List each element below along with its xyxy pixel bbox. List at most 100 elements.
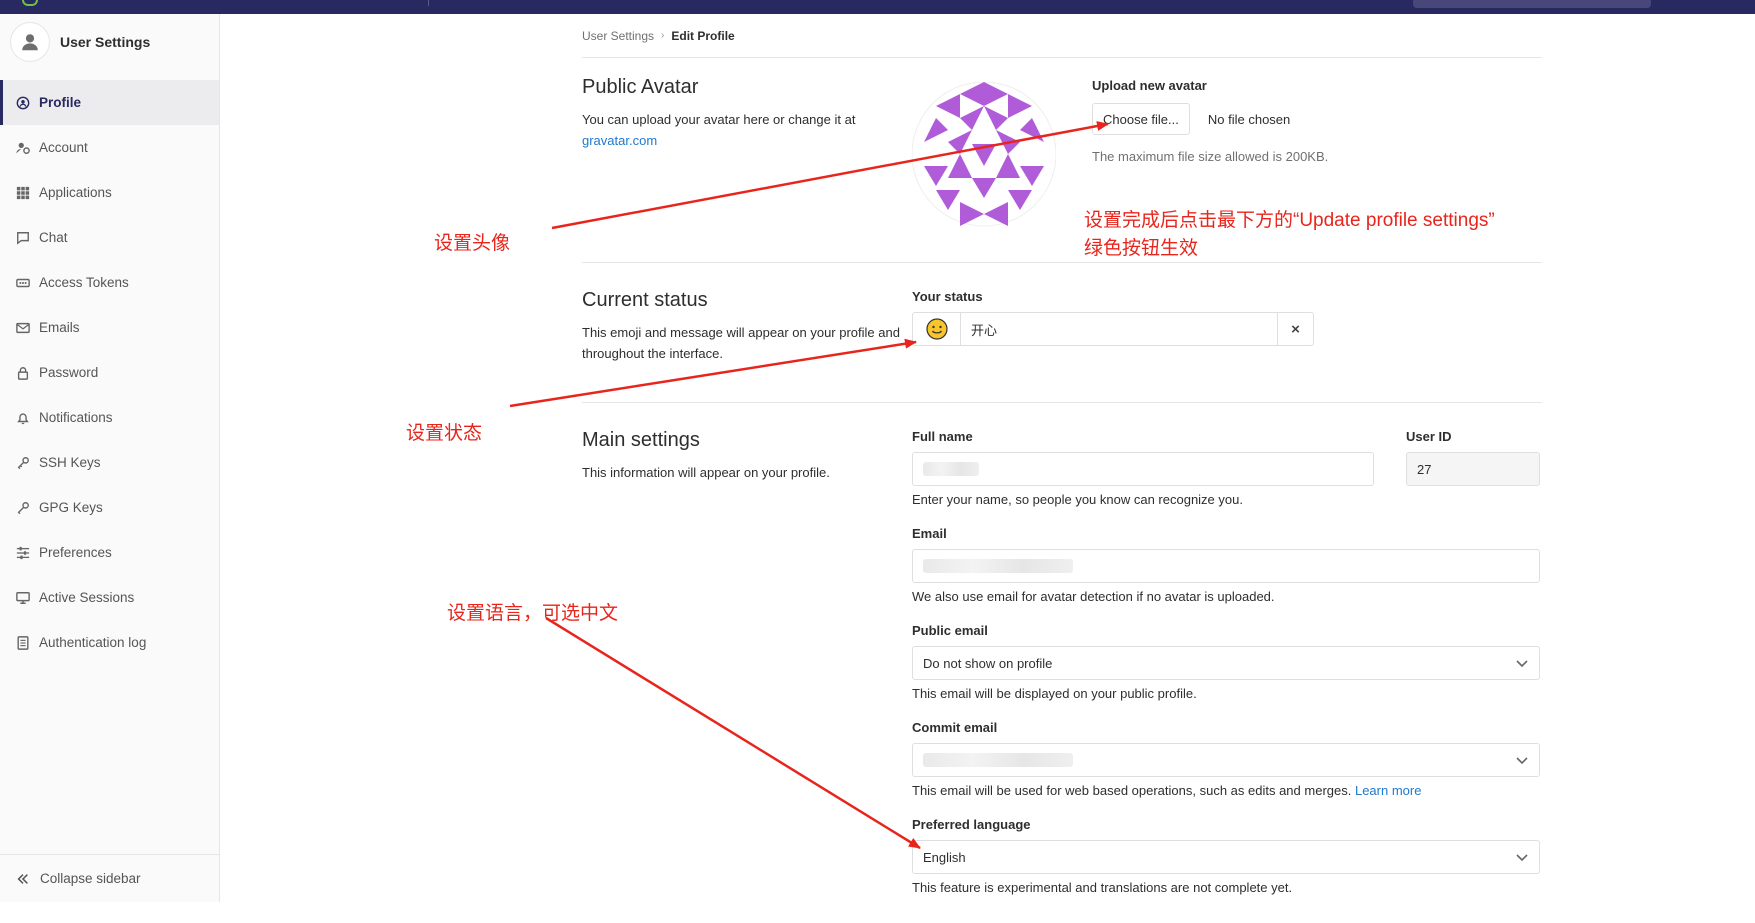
user-id-label: User ID [1406, 429, 1452, 444]
monitor-icon [16, 591, 30, 605]
status-input-group: 开心 × [912, 312, 1314, 346]
full-name-help: Enter your name, so people you know can … [912, 492, 1243, 507]
breadcrumb: User Settings › Edit Profile [582, 14, 1542, 58]
lock-icon [16, 366, 30, 380]
email-input[interactable] [912, 549, 1540, 583]
sidebar-item-label: Preferences [39, 545, 112, 560]
user-id-field: User ID 27 [1406, 429, 1540, 486]
chevron-right-icon: › [661, 30, 665, 41]
email-icon [16, 321, 30, 335]
sidebar-item-label: Active Sessions [39, 590, 135, 605]
breadcrumb-current: Edit Profile [671, 28, 735, 43]
search-input[interactable] [1413, 0, 1651, 8]
navbar-divider [428, 0, 429, 6]
sidebar-item-applications[interactable]: Applications [0, 170, 219, 215]
sidebar-item-active-sessions[interactable]: Active Sessions [0, 575, 219, 620]
logo-icon[interactable] [22, 0, 38, 6]
settings-sidebar: User Settings Profile Account Applicatio… [0, 14, 220, 902]
sidebar-item-access-tokens[interactable]: Access Tokens [0, 260, 219, 305]
full-name-input[interactable] [912, 452, 1374, 486]
chevron-down-icon [1516, 757, 1528, 765]
your-status-label: Your status [912, 289, 983, 304]
sidebar-item-gpg-keys[interactable]: GPG Keys [0, 485, 219, 530]
section-title: Main settings [582, 429, 700, 451]
annotation-status: 设置状态 [406, 423, 483, 444]
sidebar-item-profile[interactable]: Profile [0, 80, 219, 125]
sidebar-item-label: Access Tokens [39, 275, 129, 290]
public-email-help: This email will be displayed on your pub… [912, 686, 1197, 701]
section-description: This emoji and message will appear on yo… [582, 325, 900, 361]
commit-email-label: Commit email [912, 720, 998, 735]
user-id-input[interactable]: 27 [1406, 452, 1540, 486]
sidebar-item-chat[interactable]: Chat [0, 215, 219, 260]
commit-email-select[interactable] [912, 743, 1540, 777]
annotation-language: 设置语言，可选中文 [447, 603, 619, 624]
preferences-icon [16, 546, 30, 560]
preferred-language-select[interactable]: English [912, 840, 1540, 874]
sidebar-item-ssh-keys[interactable]: SSH Keys [0, 440, 219, 485]
sidebar-item-notifications[interactable]: Notifications [0, 395, 219, 440]
sidebar-item-label: Authentication log [39, 635, 147, 650]
chevron-down-icon [1516, 854, 1528, 862]
public-email-label: Public email [912, 623, 988, 638]
annotation-note: 设置完成后点击最下方的“Update profile settings” 绿色按… [1084, 207, 1495, 263]
email-label: Email [912, 526, 947, 541]
applications-icon [16, 186, 30, 200]
breadcrumb-parent[interactable]: User Settings [582, 29, 654, 43]
max-file-size-help: The maximum file size allowed is 200KB. [1092, 149, 1329, 164]
sidebar-item-label: SSH Keys [39, 455, 101, 470]
sidebar-item-label: Applications [39, 185, 112, 200]
smiley-emoji-icon [925, 318, 948, 340]
annotation-note-line2: 绿色按钮生效 [1084, 238, 1199, 259]
main-settings-section: Main settings This information will appe… [582, 403, 1542, 923]
choose-file-button[interactable]: Choose file... [1092, 103, 1190, 135]
sidebar-item-password[interactable]: Password [0, 350, 219, 395]
sidebar-title: User Settings [60, 34, 151, 50]
collapse-sidebar-label: Collapse sidebar [40, 871, 141, 886]
learn-more-link[interactable]: Learn more [1355, 783, 1421, 798]
public-email-select[interactable]: Do not show on profile [912, 646, 1540, 680]
key-icon [16, 456, 30, 470]
avatar-description-text: You can upload your avatar here or chang… [582, 112, 856, 127]
status-message-input[interactable]: 开心 [961, 313, 1277, 345]
sidebar-item-label: Emails [39, 320, 80, 335]
account-icon [16, 141, 30, 155]
log-icon [16, 635, 30, 650]
no-file-chosen-text: No file chosen [1207, 111, 1291, 127]
email-field: Email We also use email for avatar detec… [912, 526, 1540, 604]
clear-status-button[interactable]: × [1277, 313, 1313, 345]
gravatar-link[interactable]: gravatar.com [582, 133, 657, 148]
sidebar-item-account[interactable]: Account [0, 125, 219, 170]
bell-icon [16, 411, 30, 425]
commit-email-field: Commit email This email will be used for… [912, 720, 1540, 798]
section-description: You can upload your avatar here or chang… [582, 109, 902, 151]
sidebar-item-label: Profile [39, 95, 82, 110]
full-name-label: Full name [912, 429, 973, 444]
sidebar-header[interactable]: User Settings [0, 14, 219, 70]
sidebar-item-label: Password [39, 365, 99, 380]
public-email-field: Public email Do not show on profile This… [912, 623, 1540, 701]
emoji-picker-button[interactable] [913, 313, 961, 345]
sidebar-item-authentication-log[interactable]: Authentication log [0, 620, 219, 665]
collapse-sidebar-button[interactable]: Collapse sidebar [0, 854, 220, 902]
avatar-image [912, 81, 1056, 227]
sidebar-item-preferences[interactable]: Preferences [0, 530, 219, 575]
sidebar-item-emails[interactable]: Emails [0, 305, 219, 350]
sidebar-item-label: Notifications [39, 410, 113, 425]
upload-avatar-label: Upload new avatar [1092, 78, 1207, 93]
chat-icon [16, 231, 30, 245]
section-description: This information will appear on your pro… [582, 465, 830, 480]
section-title: Public Avatar [582, 76, 699, 98]
top-navbar [0, 0, 1755, 14]
profile-icon [16, 96, 30, 110]
key-icon [16, 501, 30, 515]
status-field: Your status 开心 × [912, 289, 1314, 346]
upload-avatar-area: Upload new avatar Choose file... No file… [1092, 78, 1328, 164]
sidebar-item-label: GPG Keys [39, 500, 103, 515]
preferred-language-help: This feature is experimental and transla… [912, 880, 1293, 895]
sidebar-item-label: Chat [39, 230, 68, 245]
preferred-language-label: Preferred language [912, 817, 1031, 832]
public-email-value: Do not show on profile [923, 655, 1053, 671]
full-name-field: Full name Enter your name, so people you… [912, 429, 1374, 507]
redacted-commit-email [923, 753, 1073, 767]
